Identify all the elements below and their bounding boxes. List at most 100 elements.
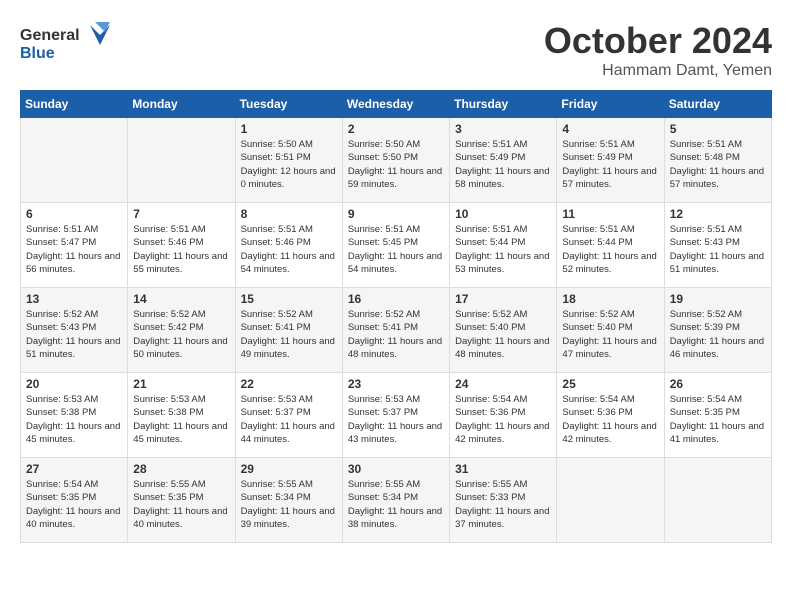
col-saturday: Saturday xyxy=(664,91,771,118)
day-number: 7 xyxy=(133,207,229,221)
day-number: 2 xyxy=(348,122,444,136)
day-number: 10 xyxy=(455,207,551,221)
col-thursday: Thursday xyxy=(450,91,557,118)
day-info: Sunrise: 5:55 AM Sunset: 5:33 PM Dayligh… xyxy=(455,478,551,531)
day-info: Sunrise: 5:54 AM Sunset: 5:35 PM Dayligh… xyxy=(26,478,122,531)
calendar-cell: 1Sunrise: 5:50 AM Sunset: 5:51 PM Daylig… xyxy=(235,118,342,203)
calendar-cell: 13 Sunrise: 5:52 AM Sunset: 5:43 PM Dayli… xyxy=(21,288,128,373)
calendar-cell: 6Sunrise: 5:51 AM Sunset: 5:47 PM Daylig… xyxy=(21,203,128,288)
day-info: Sunrise: 5:51 AM Sunset: 5:49 PM Dayligh… xyxy=(455,138,551,191)
calendar-cell: 12Sunrise: 5:51 AM Sunset: 5:43 PM Dayli… xyxy=(664,203,771,288)
day-number: 15 xyxy=(241,292,337,306)
day-info: Sunrise: 5:54 AM Sunset: 5:36 PM Dayligh… xyxy=(562,393,658,446)
day-info: Sunrise: 5:52 AM Sunset: 5:43 PM Dayligh… xyxy=(26,308,122,361)
day-info: Sunrise: 5:52 AM Sunset: 5:41 PM Dayligh… xyxy=(241,308,337,361)
calendar-cell: 23 Sunrise: 5:53 AM Sunset: 5:37 PM Dayli… xyxy=(342,373,449,458)
calendar-cell: 4 Sunrise: 5:51 AM Sunset: 5:49 PM Daylig… xyxy=(557,118,664,203)
calendar-cell: 22 Sunrise: 5:53 AM Sunset: 5:37 PM Dayli… xyxy=(235,373,342,458)
calendar-cell: 3 Sunrise: 5:51 AM Sunset: 5:49 PM Daylig… xyxy=(450,118,557,203)
col-monday: Monday xyxy=(128,91,235,118)
day-info: Sunrise: 5:51 AM Sunset: 5:45 PM Dayligh… xyxy=(348,223,444,276)
day-info: Sunrise: 5:52 AM Sunset: 5:39 PM Dayligh… xyxy=(670,308,766,361)
day-info: Sunrise: 5:55 AM Sunset: 5:34 PM Dayligh… xyxy=(348,478,444,531)
calendar-week-2: 6Sunrise: 5:51 AM Sunset: 5:47 PM Daylig… xyxy=(21,203,772,288)
calendar-cell: 31Sunrise: 5:55 AM Sunset: 5:33 PM Dayli… xyxy=(450,458,557,543)
day-number: 17 xyxy=(455,292,551,306)
day-info: Sunrise: 5:52 AM Sunset: 5:42 PM Dayligh… xyxy=(133,308,229,361)
day-info: Sunrise: 5:51 AM Sunset: 5:49 PM Dayligh… xyxy=(562,138,658,191)
calendar-cell xyxy=(557,458,664,543)
calendar-cell: 10 Sunrise: 5:51 AM Sunset: 5:44 PM Dayli… xyxy=(450,203,557,288)
calendar-cell: 16 Sunrise: 5:52 AM Sunset: 5:41 PM Dayli… xyxy=(342,288,449,373)
day-number: 23 xyxy=(348,377,444,391)
day-info: Sunrise: 5:52 AM Sunset: 5:40 PM Dayligh… xyxy=(455,308,551,361)
location: Hammam Damt, Yemen xyxy=(544,62,772,80)
day-info: Sunrise: 5:52 AM Sunset: 5:40 PM Dayligh… xyxy=(562,308,658,361)
day-number: 12 xyxy=(670,207,766,221)
calendar-cell: 7 Sunrise: 5:51 AM Sunset: 5:46 PM Daylig… xyxy=(128,203,235,288)
title-block: October 2024 Hammam Damt, Yemen xyxy=(544,20,772,80)
month-title: October 2024 xyxy=(544,20,772,62)
day-info: Sunrise: 5:51 AM Sunset: 5:46 PM Dayligh… xyxy=(133,223,229,276)
col-sunday: Sunday xyxy=(21,91,128,118)
calendar-week-4: 20Sunrise: 5:53 AM Sunset: 5:38 PM Dayli… xyxy=(21,373,772,458)
day-info: Sunrise: 5:51 AM Sunset: 5:44 PM Dayligh… xyxy=(455,223,551,276)
calendar-cell: 26 Sunrise: 5:54 AM Sunset: 5:35 PM Dayli… xyxy=(664,373,771,458)
calendar-cell xyxy=(21,118,128,203)
calendar-cell: 19 Sunrise: 5:52 AM Sunset: 5:39 PM Dayli… xyxy=(664,288,771,373)
day-info: Sunrise: 5:50 AM Sunset: 5:50 PM Dayligh… xyxy=(348,138,444,191)
day-info: Sunrise: 5:55 AM Sunset: 5:34 PM Dayligh… xyxy=(241,478,337,531)
day-number: 5 xyxy=(670,122,766,136)
header-row: Sunday Monday Tuesday Wednesday Thursday… xyxy=(21,91,772,118)
day-number: 25 xyxy=(562,377,658,391)
day-number: 14 xyxy=(133,292,229,306)
page-header: General Blue October 2024 Hammam Damt, Y… xyxy=(20,20,772,80)
day-number: 27 xyxy=(26,462,122,476)
day-number: 13 xyxy=(26,292,122,306)
calendar-cell: 18 Sunrise: 5:52 AM Sunset: 5:40 PM Dayli… xyxy=(557,288,664,373)
calendar-cell xyxy=(664,458,771,543)
day-info: Sunrise: 5:55 AM Sunset: 5:35 PM Dayligh… xyxy=(133,478,229,531)
calendar-cell: 25 Sunrise: 5:54 AM Sunset: 5:36 PM Dayli… xyxy=(557,373,664,458)
day-info: Sunrise: 5:51 AM Sunset: 5:46 PM Dayligh… xyxy=(241,223,337,276)
calendar-cell: 27 Sunrise: 5:54 AM Sunset: 5:35 PM Dayli… xyxy=(21,458,128,543)
calendar-week-1: 1Sunrise: 5:50 AM Sunset: 5:51 PM Daylig… xyxy=(21,118,772,203)
day-number: 18 xyxy=(562,292,658,306)
svg-text:General: General xyxy=(20,27,80,44)
day-number: 1 xyxy=(241,122,337,136)
day-number: 16 xyxy=(348,292,444,306)
calendar-week-5: 27 Sunrise: 5:54 AM Sunset: 5:35 PM Dayli… xyxy=(21,458,772,543)
day-number: 22 xyxy=(241,377,337,391)
logo: General Blue xyxy=(20,20,110,65)
day-number: 11 xyxy=(562,207,658,221)
day-number: 19 xyxy=(670,292,766,306)
calendar-cell: 28 Sunrise: 5:55 AM Sunset: 5:35 PM Dayli… xyxy=(128,458,235,543)
calendar-cell: 30 Sunrise: 5:55 AM Sunset: 5:34 PM Dayli… xyxy=(342,458,449,543)
day-number: 4 xyxy=(562,122,658,136)
day-info: Sunrise: 5:51 AM Sunset: 5:48 PM Dayligh… xyxy=(670,138,766,191)
calendar-cell: 29Sunrise: 5:55 AM Sunset: 5:34 PM Dayli… xyxy=(235,458,342,543)
day-number: 3 xyxy=(455,122,551,136)
calendar-cell: 14 Sunrise: 5:52 AM Sunset: 5:42 PM Dayli… xyxy=(128,288,235,373)
calendar-cell: 15 Sunrise: 5:52 AM Sunset: 5:41 PM Dayli… xyxy=(235,288,342,373)
day-info: Sunrise: 5:54 AM Sunset: 5:36 PM Dayligh… xyxy=(455,393,551,446)
day-number: 24 xyxy=(455,377,551,391)
calendar-cell: 2 Sunrise: 5:50 AM Sunset: 5:50 PM Daylig… xyxy=(342,118,449,203)
calendar-cell: 9Sunrise: 5:51 AM Sunset: 5:45 PM Daylig… xyxy=(342,203,449,288)
col-wednesday: Wednesday xyxy=(342,91,449,118)
calendar-cell: 5 Sunrise: 5:51 AM Sunset: 5:48 PM Daylig… xyxy=(664,118,771,203)
svg-text:Blue: Blue xyxy=(20,45,55,62)
day-number: 26 xyxy=(670,377,766,391)
calendar-cell xyxy=(128,118,235,203)
day-number: 8 xyxy=(241,207,337,221)
day-info: Sunrise: 5:53 AM Sunset: 5:37 PM Dayligh… xyxy=(348,393,444,446)
day-info: Sunrise: 5:54 AM Sunset: 5:35 PM Dayligh… xyxy=(670,393,766,446)
day-number: 28 xyxy=(133,462,229,476)
calendar-cell: 21Sunrise: 5:53 AM Sunset: 5:38 PM Dayli… xyxy=(128,373,235,458)
calendar-cell: 8 Sunrise: 5:51 AM Sunset: 5:46 PM Daylig… xyxy=(235,203,342,288)
day-info: Sunrise: 5:53 AM Sunset: 5:38 PM Dayligh… xyxy=(26,393,122,446)
day-number: 30 xyxy=(348,462,444,476)
day-info: Sunrise: 5:52 AM Sunset: 5:41 PM Dayligh… xyxy=(348,308,444,361)
day-info: Sunrise: 5:53 AM Sunset: 5:37 PM Dayligh… xyxy=(241,393,337,446)
calendar-cell: 17 Sunrise: 5:52 AM Sunset: 5:40 PM Dayli… xyxy=(450,288,557,373)
